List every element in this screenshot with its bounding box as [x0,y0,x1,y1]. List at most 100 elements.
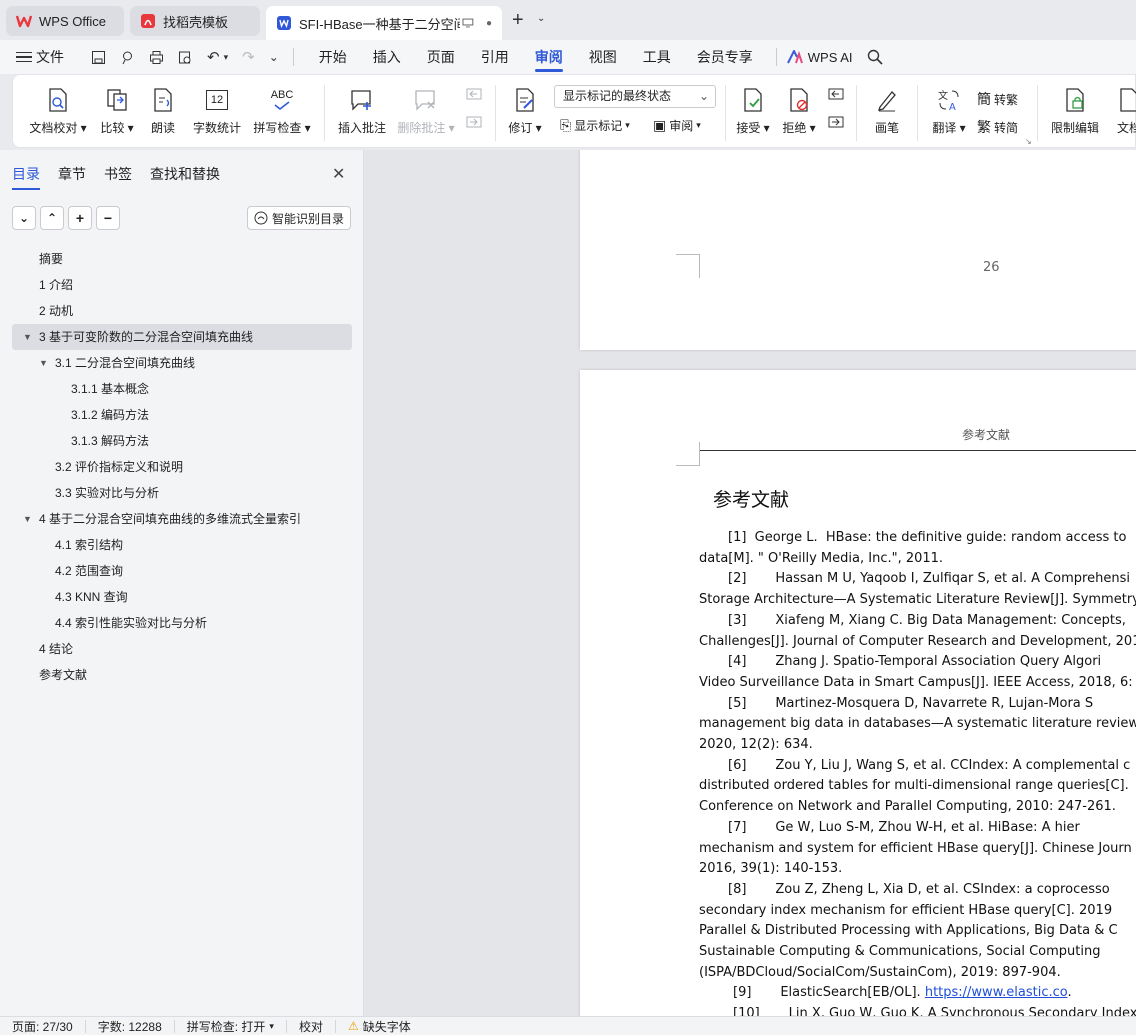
doc-auth-icon [1116,87,1136,113]
toc-item[interactable]: 3.3 实验对比与分析 [12,480,352,506]
translate-button[interactable]: 文A 翻译 ▾ [927,75,971,147]
markup-mode-select[interactable]: 显示标记的最终状态 ⌄ [554,85,716,108]
reject-button[interactable]: 拒绝 ▾ [779,75,819,147]
next-comment-icon[interactable] [465,115,485,138]
tab-label: 找稻壳模板 [163,14,229,30]
pen-icon [874,87,900,113]
reject-label: 拒绝 [782,121,807,135]
tab-list-chevron-icon[interactable]: ⌄ [537,13,545,24]
undo-dropdown-icon[interactable]: ▾ [224,52,229,63]
delete-comment-button[interactable]: 删除批注 ▾ [395,75,457,147]
toc-item-label: 3 基于可变阶数的二分混合空间填充曲线 [39,330,254,344]
proofread-indicator[interactable]: 校对 [287,1019,336,1034]
toc-item[interactable]: 2 动机 [12,298,352,324]
page-indicator[interactable]: 页面: 27/30 [0,1019,86,1034]
next-change-icon[interactable] [827,115,847,138]
doc-check-button[interactable]: 文档校对 ▾ [29,75,87,147]
restrict-edit-button[interactable]: 限制编辑 [1047,75,1103,147]
compare-button[interactable]: 比较 ▾ [97,75,137,147]
toc-item[interactable]: 参考文献 [12,662,352,688]
to-simplified-button[interactable]: 繁 转简 [977,117,1018,137]
smart-toc-label: 智能识别目录 [271,211,344,226]
tab-wps-office[interactable]: WPS Office [6,6,124,36]
toc-item[interactable]: 3.1.2 编码方法 [12,402,352,428]
menu-tools[interactable]: 工具 [630,40,684,74]
toc-item[interactable]: ▼ 3 基于可变阶数的二分混合空间填充曲线 [12,324,352,350]
menu-insert[interactable]: 插入 [360,40,414,74]
menu-member[interactable]: 会员专享 [684,40,766,74]
toc-item[interactable]: 4 结论 [12,636,352,662]
expand-arrow-icon[interactable]: ▼ [39,350,48,376]
tab-template[interactable]: 找稻壳模板 [130,6,260,36]
undo-icon[interactable]: ↶ [207,48,220,66]
divider [324,85,325,141]
review-pane-button[interactable]: ▣ 审阅 ▾ [653,117,701,134]
tab-toc[interactable]: 目录 [12,164,40,190]
expand-up-button[interactable]: ⌃ [40,206,64,230]
insert-comment-button[interactable]: 插入批注 [335,75,389,147]
redo-icon[interactable]: ↷ [242,48,255,66]
collapse-all-button[interactable]: ⌄ [12,206,36,230]
read-aloud-label: 朗读 [150,121,175,135]
toc-item[interactable]: 3.1.3 解码方法 [12,428,352,454]
toc-item[interactable]: ▼ 3.1 二分混合空间填充曲线 [12,350,352,376]
hamburger-icon[interactable] [16,51,32,63]
tab-find-replace[interactable]: 查找和替换 [150,164,220,190]
unsaved-dot-icon[interactable]: ● [486,18,492,29]
tab-document[interactable]: SFI-HBase一种基于二分空间填 ● [266,6,502,40]
doc-auth-button[interactable]: 文档 [1109,75,1136,147]
toc-item[interactable]: 3.2 评价指标定义和说明 [12,454,352,480]
add-heading-button[interactable]: + [68,206,92,230]
menu-view[interactable]: 视图 [576,40,630,74]
export-pdf-icon[interactable] [120,50,135,65]
expand-arrow-icon[interactable]: ▼ [23,324,32,350]
tab-bookmarks[interactable]: 书签 [104,164,132,190]
warning-icon: ⚠ [347,1019,359,1033]
pen-button[interactable]: 画笔 [867,75,907,147]
smart-toc-button[interactable]: 智能识别目录 [247,206,351,230]
prev-change-icon[interactable] [827,87,847,110]
margin-mark [676,442,700,466]
wps-ai-button[interactable]: WPS AI [786,50,853,65]
missing-font-indicator[interactable]: ⚠ 缺失字体 [336,1019,423,1034]
toc-item[interactable]: 3.1.1 基本概念 [12,376,352,402]
save-icon[interactable] [91,50,106,65]
print-icon[interactable] [149,50,164,65]
tab-sections[interactable]: 章节 [58,164,86,190]
toc-item[interactable]: 4.4 索引性能实验对比与分析 [12,610,352,636]
menu-page[interactable]: 页面 [414,40,468,74]
read-aloud-button[interactable]: 朗读 [147,75,179,147]
menu-review[interactable]: 审阅 [522,40,576,74]
print-preview-icon[interactable] [178,50,193,65]
spell-check-indicator[interactable]: 拼写检查: 打开 ▾ [175,1019,287,1034]
expand-arrow-icon[interactable]: ▼ [23,506,32,532]
title-tab-bar: WPS Office 找稻壳模板 SFI-HBase一种基于二分空间填 ● + … [0,0,1136,40]
toc-item[interactable]: 摘要 [12,246,352,272]
menu-bar: 文件 ↶ ▾ ↷ ⌄ 开始 插入 页面 引用 审阅 视图 工具 会员专享 WPS… [0,40,1136,74]
expand-corner-icon[interactable]: ↘ [1025,137,1032,146]
word-count-button[interactable]: 12 字数统计 [189,75,245,147]
menu-file[interactable]: 文件 [32,40,77,74]
spell-check-button[interactable]: ABC 拼写检查 ▾ [251,75,313,147]
toc-item-label: 3.1.2 编码方法 [71,408,150,422]
toc-item[interactable]: 4.3 KNN 查询 [12,584,352,610]
close-panel-icon[interactable]: ✕ [332,164,345,184]
accept-button[interactable]: 接受 ▾ [733,75,773,147]
new-tab-icon[interactable]: + [512,9,524,32]
menu-start[interactable]: 开始 [306,40,360,74]
track-changes-button[interactable]: 修订 ▾ [505,75,545,147]
docer-logo-icon [141,14,155,28]
menu-reference[interactable]: 引用 [468,40,522,74]
plus-icon: + [75,210,85,226]
toc-item[interactable]: ▼ 4 基于二分混合空间填充曲线的多维流式全量索引 [12,506,352,532]
search-icon[interactable] [867,49,883,65]
remove-heading-button[interactable]: − [96,206,120,230]
toc-item[interactable]: 4.1 索引结构 [12,532,352,558]
toc-item[interactable]: 1 介绍 [12,272,352,298]
more-chevron-icon[interactable]: ⌄ [269,50,279,64]
word-count-indicator[interactable]: 字数: 12288 [86,1019,175,1034]
to-traditional-button[interactable]: 簡 转繁 [977,89,1018,109]
prev-comment-icon[interactable] [465,87,485,110]
show-markup-button[interactable]: ⎘ 显示标记 ▾ [560,117,630,134]
toc-item[interactable]: 4.2 范围查询 [12,558,352,584]
